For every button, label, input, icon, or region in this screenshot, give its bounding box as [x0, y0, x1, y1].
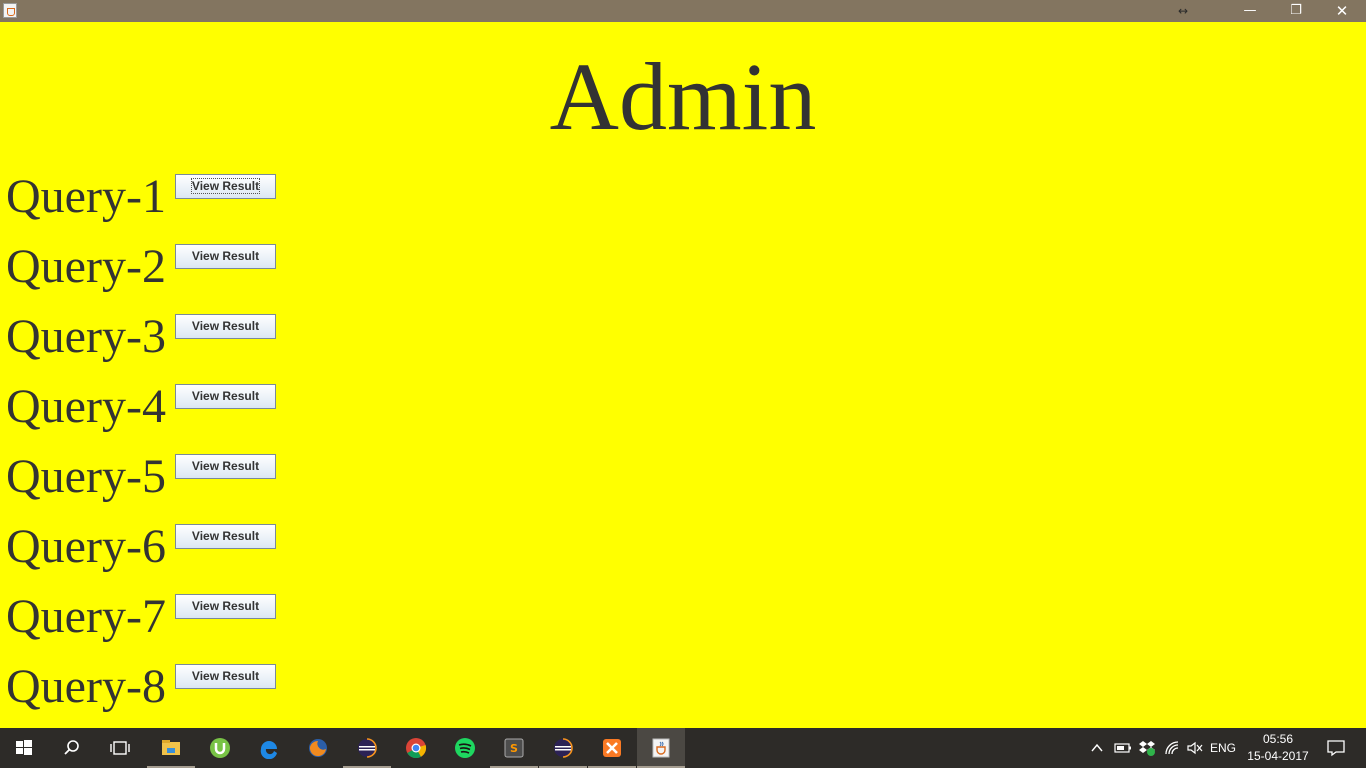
- xampp-icon: [603, 739, 621, 757]
- query-label: Query-2: [6, 240, 166, 293]
- clock-date[interactable]: 15-04-2017: [1238, 749, 1318, 763]
- view-result-button-2[interactable]: View Result: [175, 244, 276, 269]
- java-icon[interactable]: [3, 3, 17, 18]
- view-result-button-1[interactable]: View Result: [175, 174, 276, 199]
- taskbar-spotify[interactable]: [441, 728, 489, 768]
- taskbar-java-app[interactable]: [637, 728, 685, 768]
- taskbar-xampp[interactable]: [588, 728, 636, 768]
- minimize-button[interactable]: —: [1227, 0, 1273, 22]
- windows-taskbar: S ENG 05:56 15-04-2017: [0, 728, 1366, 768]
- task-view-button[interactable]: [96, 728, 144, 768]
- view-result-button-3[interactable]: View Result: [175, 314, 276, 339]
- language-indicator[interactable]: ENG: [1210, 741, 1236, 755]
- taskbar-firefox[interactable]: [294, 728, 342, 768]
- java-icon: [652, 738, 670, 758]
- close-icon: ✕: [1335, 2, 1349, 20]
- button-label: View Result: [191, 319, 260, 333]
- taskbar-edge[interactable]: [245, 728, 293, 768]
- firefox-icon: [309, 739, 327, 757]
- button-label: View Result: [191, 599, 260, 613]
- svg-text:S: S: [510, 742, 518, 755]
- clock-time[interactable]: 05:56: [1248, 732, 1308, 746]
- sublime-text-icon: S: [504, 738, 524, 758]
- resize-arrows-icon: ↔: [1177, 4, 1189, 18]
- button-label: View Result: [190, 178, 261, 194]
- dropbox-icon[interactable]: [1138, 739, 1156, 757]
- query-label: Query-4: [6, 380, 166, 433]
- edge-icon: [260, 741, 277, 759]
- view-result-button-8[interactable]: View Result: [175, 664, 276, 689]
- taskbar-file-explorer[interactable]: [147, 728, 195, 768]
- query-label: Query-1: [6, 170, 166, 223]
- file-explorer-icon: [162, 740, 180, 755]
- view-result-button-6[interactable]: View Result: [175, 524, 276, 549]
- query-label: Query-3: [6, 310, 166, 363]
- restore-button[interactable]: ❐: [1273, 0, 1319, 22]
- page-title: Admin: [549, 43, 817, 150]
- search-icon: [64, 740, 79, 755]
- view-result-button-7[interactable]: View Result: [175, 594, 276, 619]
- windows-start-icon: [16, 740, 32, 755]
- action-center-icon[interactable]: [1326, 739, 1346, 757]
- query-label: Query-7: [6, 590, 166, 643]
- taskbar-chrome[interactable]: [392, 728, 440, 768]
- eclipse-icon: [358, 738, 377, 758]
- window-title-bar[interactable]: ↔ — ❐ ✕: [0, 0, 1366, 22]
- battery-icon[interactable]: [1114, 741, 1132, 755]
- button-label: View Result: [191, 249, 260, 263]
- spotify-icon: [455, 738, 475, 758]
- taskbar-utorrent[interactable]: [196, 728, 244, 768]
- task-view-icon: [110, 741, 130, 755]
- query-label: Query-8: [6, 660, 166, 713]
- minimize-icon: —: [1243, 3, 1257, 18]
- system-tray: ENG 05:56 15-04-2017: [1090, 728, 1366, 768]
- taskbar-sublime-text[interactable]: S: [490, 728, 538, 768]
- button-label: View Result: [191, 389, 260, 403]
- wifi-icon[interactable]: [1164, 740, 1180, 756]
- close-button[interactable]: ✕: [1319, 0, 1365, 22]
- button-label: View Result: [191, 529, 260, 543]
- utorrent-icon: [210, 738, 230, 758]
- restore-icon: ❐: [1290, 3, 1302, 18]
- admin-panel: Admin Query-1 View Result Query-2 View R…: [0, 22, 1366, 728]
- chevron-up-icon[interactable]: [1090, 741, 1104, 755]
- view-result-button-5[interactable]: View Result: [175, 454, 276, 479]
- search-button[interactable]: [48, 728, 96, 768]
- volume-muted-icon[interactable]: [1186, 740, 1204, 756]
- chrome-icon: [406, 738, 427, 759]
- query-label: Query-6: [6, 520, 166, 573]
- view-result-button-4[interactable]: View Result: [175, 384, 276, 409]
- taskbar-eclipse-2[interactable]: [539, 728, 587, 768]
- button-label: View Result: [191, 669, 260, 683]
- query-label: Query-5: [6, 450, 166, 503]
- button-label: View Result: [191, 459, 260, 473]
- start-button[interactable]: [0, 728, 48, 768]
- eclipse-icon: [554, 738, 573, 758]
- taskbar-eclipse[interactable]: [343, 728, 391, 768]
